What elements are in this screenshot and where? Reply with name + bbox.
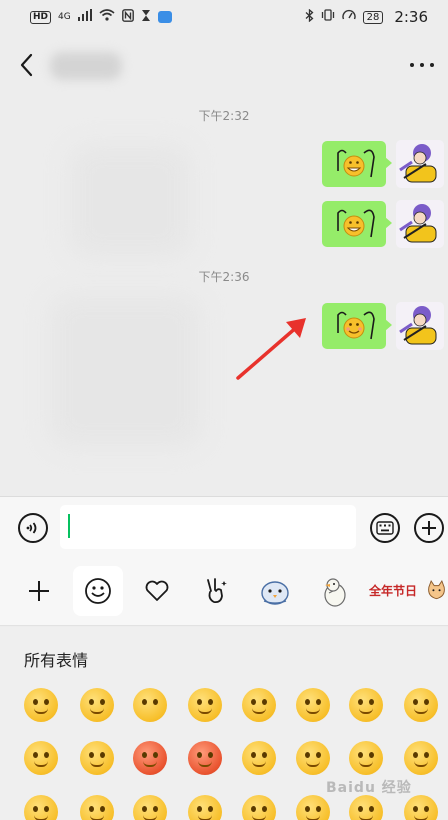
speed-icon bbox=[341, 9, 356, 25]
tab-sticker-pack-shiba[interactable] bbox=[425, 566, 448, 616]
avatar[interactable] bbox=[396, 140, 444, 188]
timestamp: 下午2:32 bbox=[198, 109, 250, 123]
tab-sticker-pack-duck[interactable] bbox=[309, 566, 359, 616]
hourglass-icon bbox=[141, 9, 151, 26]
avatar[interactable] bbox=[396, 302, 444, 350]
emoji-silent[interactable] bbox=[404, 688, 438, 722]
avatar-image bbox=[399, 144, 437, 183]
smile-emoji-icon bbox=[337, 311, 375, 340]
voice-button[interactable] bbox=[18, 513, 48, 543]
blurred-region bbox=[70, 146, 190, 256]
clock: 2:36 bbox=[394, 8, 428, 26]
contact-name-blurred bbox=[50, 52, 122, 80]
keyboard-icon bbox=[376, 521, 394, 535]
chat-header bbox=[0, 34, 448, 96]
blurred-region bbox=[50, 296, 200, 446]
keyboard-button[interactable] bbox=[370, 513, 400, 543]
emoji-sleepy[interactable] bbox=[24, 741, 58, 775]
emoji-scream[interactable] bbox=[80, 795, 114, 820]
hd-badge: HD bbox=[30, 10, 52, 24]
emoji-sweat[interactable] bbox=[349, 795, 383, 820]
emoji-happy[interactable] bbox=[242, 795, 276, 820]
emoji-tongue[interactable] bbox=[242, 741, 276, 775]
tab-sticker-pack-bird[interactable] bbox=[250, 566, 300, 616]
emoji-message-bubble[interactable] bbox=[322, 141, 392, 187]
text-cursor bbox=[68, 514, 70, 538]
nfc-icon bbox=[121, 8, 134, 26]
avatar[interactable] bbox=[396, 200, 444, 248]
emoji-content[interactable] bbox=[404, 795, 438, 820]
timestamp: 下午2:36 bbox=[198, 270, 250, 284]
emoji-giggle[interactable] bbox=[188, 795, 222, 820]
emoji-tab-bar: 全年节日 bbox=[0, 556, 448, 626]
signal-icon bbox=[77, 9, 92, 25]
watermark: Baidu 经验 bbox=[326, 780, 412, 796]
input-bar bbox=[0, 496, 448, 556]
more-functions-button[interactable] bbox=[414, 513, 444, 543]
emoji-angry[interactable] bbox=[188, 741, 222, 775]
notification-icon bbox=[157, 11, 172, 23]
status-left: HD 4G bbox=[30, 8, 172, 26]
avatar-image bbox=[399, 306, 437, 345]
emoji-sob[interactable] bbox=[80, 741, 114, 775]
tab-stickers[interactable] bbox=[191, 566, 241, 616]
message-input[interactable] bbox=[60, 505, 356, 549]
status-bar: HD 4G 28 2:36 bbox=[0, 0, 448, 34]
chevron-left-icon bbox=[20, 53, 33, 77]
emoji-grin[interactable] bbox=[296, 741, 330, 775]
grin-emoji-icon bbox=[337, 209, 375, 238]
tab-add-sticker[interactable] bbox=[14, 566, 64, 616]
tab-favorites[interactable] bbox=[132, 566, 182, 616]
emoji-smile[interactable] bbox=[24, 688, 58, 722]
bird-sticker-icon bbox=[261, 581, 289, 605]
network-label: 4G bbox=[58, 12, 71, 22]
emoji-heart-eyes[interactable] bbox=[133, 688, 167, 722]
more-dots-icon bbox=[410, 63, 414, 67]
voice-icon bbox=[26, 522, 37, 534]
emoji-sick[interactable] bbox=[133, 795, 167, 820]
red-arrow-annotation bbox=[236, 318, 306, 380]
emoji-message-bubble[interactable] bbox=[322, 303, 392, 349]
grin-emoji-icon bbox=[337, 149, 375, 178]
emoji-nervous[interactable] bbox=[24, 795, 58, 820]
emoji-blush[interactable] bbox=[80, 688, 114, 722]
smiley-icon bbox=[85, 578, 111, 604]
plus-icon bbox=[29, 581, 49, 601]
plus-icon bbox=[422, 521, 436, 535]
emoji-shy[interactable] bbox=[349, 688, 383, 722]
emoji-frown[interactable] bbox=[404, 741, 438, 775]
emoji-cool[interactable] bbox=[242, 688, 276, 722]
vibrate-icon bbox=[321, 9, 335, 25]
heart-icon bbox=[145, 580, 169, 601]
emoji-surprised[interactable] bbox=[349, 741, 383, 775]
emoji-stare[interactable] bbox=[188, 688, 222, 722]
shiba-sticker-icon bbox=[428, 580, 445, 600]
emoji-crying[interactable] bbox=[296, 688, 330, 722]
tab-emoji[interactable] bbox=[73, 566, 123, 616]
avatar-image bbox=[399, 204, 437, 243]
peace-hand-icon bbox=[207, 578, 227, 604]
tab-festival-stickers[interactable]: 全年节日 bbox=[368, 566, 418, 616]
panel-title: 所有表情 bbox=[24, 651, 89, 670]
emoji-embarrassed[interactable] bbox=[133, 741, 167, 775]
festival-label: 全年节日 bbox=[368, 584, 417, 598]
message-list[interactable]: 下午2:32 下午2:36 bbox=[0, 96, 448, 496]
back-button[interactable] bbox=[16, 52, 40, 78]
emoji-panel: 所有表情 Baidu 经验 bbox=[0, 627, 448, 820]
duck-sticker-icon bbox=[324, 578, 346, 607]
battery-icon: 28 bbox=[362, 10, 384, 24]
wifi-icon bbox=[99, 9, 115, 25]
emoji-smug[interactable] bbox=[296, 795, 330, 820]
more-button[interactable] bbox=[410, 56, 434, 74]
emoji-message-bubble[interactable] bbox=[322, 201, 392, 247]
status-right: 28 2:36 bbox=[305, 8, 428, 26]
bluetooth-icon bbox=[305, 8, 314, 26]
